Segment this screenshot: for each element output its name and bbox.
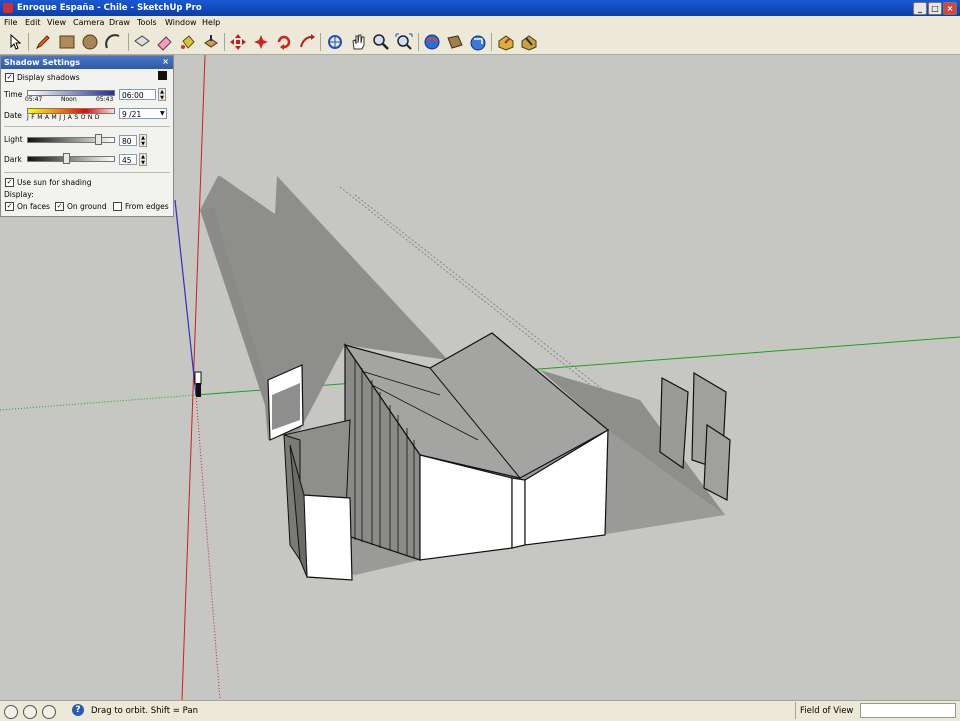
user-icon[interactable] [42,705,56,719]
dark-spinner[interactable]: ▲ ▼ [139,153,147,166]
on-faces-label: On faces [17,202,50,211]
eraser-icon[interactable] [155,32,175,52]
push-pull-icon[interactable] [201,32,221,52]
minimize-button[interactable]: _ [913,2,927,15]
rectangle-icon[interactable] [57,32,77,52]
panel-front [302,494,353,581]
expand-details-button[interactable] [158,71,167,80]
measurements-input[interactable] [860,703,956,718]
arc-icon[interactable] [103,32,123,52]
panel-right-3 [703,423,731,501]
status-bar: ? Drag to orbit. Shift = Pan Field of Vi… [0,700,960,721]
from-edges-checkbox[interactable] [113,202,122,211]
paint-bucket-icon[interactable] [178,32,198,52]
sketchup-logo-icon [3,3,13,13]
menu-file[interactable]: File [4,18,17,27]
time-label: Time [4,90,23,99]
circle-icon[interactable] [80,32,100,52]
use-sun-label: Use sun for shading [17,178,92,187]
light-field[interactable]: 80 [119,135,137,146]
zoom-icon[interactable] [371,32,391,52]
shadow-settings-panel: Shadow Settings × ✓ Display shadows Time… [0,55,174,217]
materials-icon[interactable] [519,32,539,52]
menu-window[interactable]: Window [165,18,197,27]
share-model-icon[interactable] [468,32,488,52]
red-axis [181,55,206,700]
title-bar: Enroque España - Chile - SketchUp Pro _ … [0,0,960,16]
dark-slider[interactable] [27,156,115,162]
display-label: Display: [4,190,34,199]
use-sun-checkbox[interactable]: ✓ [5,178,14,187]
green-axis-hidden [0,394,197,411]
dark-slider-thumb[interactable] [63,153,70,164]
credits-icon[interactable] [23,705,37,719]
menu-help[interactable]: Help [202,18,220,27]
light-label: Light [4,135,23,144]
components-icon[interactable] [496,32,516,52]
measurements-label: Field of View [800,706,854,716]
menu-camera[interactable]: Camera [73,18,104,27]
get-models-icon[interactable] [445,32,465,52]
light-slider-thumb[interactable] [95,134,102,145]
panel-right-1 [659,377,689,470]
help-icon[interactable]: ? [72,704,84,716]
dark-field[interactable]: 45 [119,154,137,165]
date-label: Date [4,111,22,120]
move-icon[interactable] [228,32,248,52]
menu-draw[interactable]: Draw [109,18,130,27]
zoom-extents-icon[interactable] [394,32,414,52]
geo-location-icon[interactable] [4,705,18,719]
pan-icon[interactable] [348,32,368,52]
time-field[interactable]: 06:00 [119,89,156,100]
panel-title: Shadow Settings [4,58,81,67]
status-hint: Drag to orbit. Shift = Pan [91,706,198,716]
light-spinner[interactable]: ▲ ▼ [139,134,147,147]
dark-label: Dark [4,155,22,164]
red-axis-hidden [195,394,221,700]
follow-me-icon[interactable] [274,32,294,52]
orbit-icon[interactable] [325,32,345,52]
display-shadows-label: Display shadows [17,73,80,82]
from-edges-label: From edges [125,202,169,211]
select-icon[interactable] [5,32,25,52]
menu-bar: File Edit View Camera Draw Tools Window … [0,16,960,29]
make-component-icon[interactable] [132,32,152,52]
time-spinner[interactable]: ▲ ▼ [158,88,166,101]
on-ground-label: On ground [67,202,107,211]
3d-warehouse-icon[interactable] [422,32,442,52]
pencil-icon[interactable] [33,32,53,52]
date-dropdown-icon[interactable]: ▼ [160,110,165,117]
panel-header: Shadow Settings × [1,56,173,69]
rotate-icon[interactable] [251,32,271,52]
menu-edit[interactable]: Edit [25,18,41,27]
menu-view[interactable]: View [47,18,66,27]
blue-axis [174,199,197,396]
main-toolbar [0,29,960,55]
window-title: Enroque España - Chile - SketchUp Pro [17,3,202,13]
menu-tools[interactable]: Tools [137,18,157,27]
on-faces-checkbox[interactable]: ✓ [5,202,14,211]
offset-icon[interactable] [297,32,317,52]
panel-close-button[interactable]: × [162,57,169,66]
close-button[interactable]: × [943,2,957,15]
maximize-button[interactable]: □ [928,2,942,15]
display-shadows-checkbox[interactable]: ✓ [5,73,14,82]
on-ground-checkbox[interactable]: ✓ [55,202,64,211]
